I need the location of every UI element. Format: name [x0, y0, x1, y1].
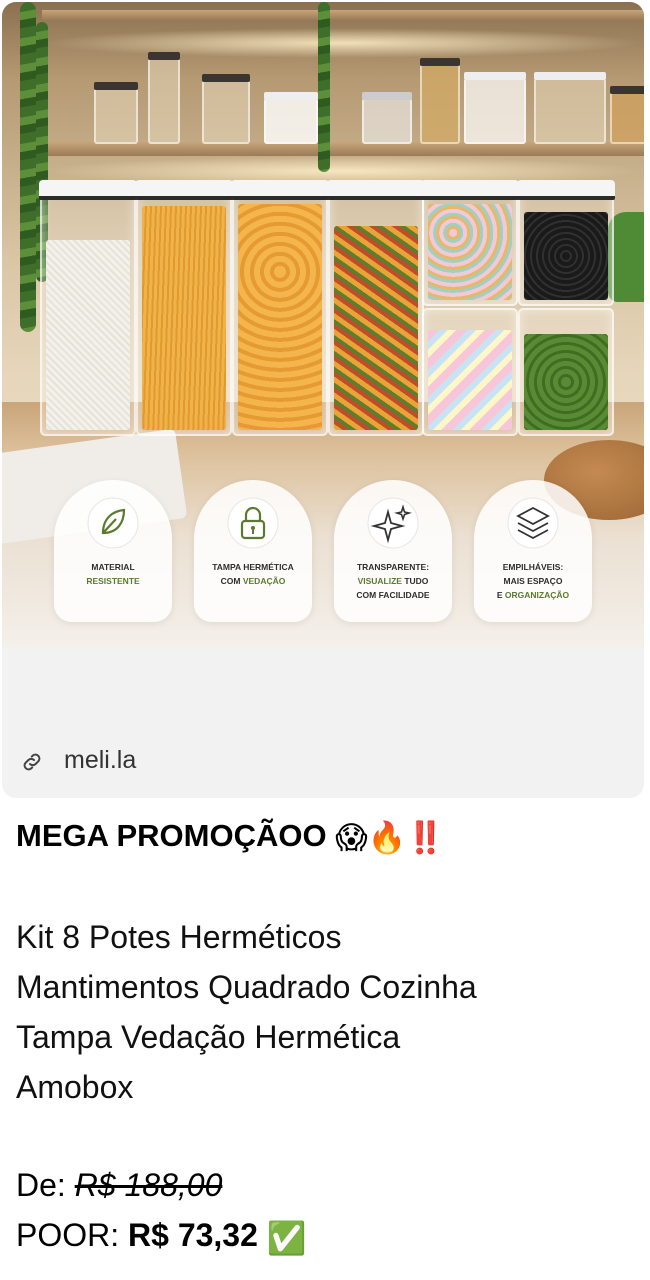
- feature-badge-stackable: EMPILHÁVEIS: MAIS ESPAÇO E ORGANIZAÇÃO: [474, 480, 592, 622]
- description-line: Mantimentos Quadrado Cozinha: [16, 969, 477, 1005]
- product-description: Kit 8 Potes Herméticos Mantimentos Quadr…: [16, 912, 636, 1112]
- sparkle-icon: [367, 497, 419, 549]
- jar-rice: [39, 180, 137, 436]
- feature-label-transparent: TRANSPARENTE: VISUALIZE TUDO COM FACILID…: [356, 562, 430, 600]
- shelf-light: [42, 28, 642, 58]
- check-mark-emoji: ✅: [266, 1219, 307, 1256]
- feature-label-material: MATERIAL RESISTENTE: [86, 562, 140, 586]
- link-preview-card[interactable]: MATERIAL RESISTENTE TAMPA HERMÉTICA COM …: [2, 2, 644, 798]
- shocked-face-emoji: 😱: [335, 819, 368, 855]
- shelf-jar: [202, 74, 250, 144]
- shelf-jar: [534, 72, 606, 144]
- ivy-plant: [318, 2, 330, 172]
- shelf-jar: [148, 52, 180, 144]
- old-price-label: De:: [16, 1167, 66, 1203]
- feature-label-lid: TAMPA HERMÉTICA COM VEDAÇÃO: [212, 562, 294, 586]
- message-title: MEGA PROMOÇÃOO 😱🔥‼️: [16, 810, 636, 864]
- shelf-jar: [94, 82, 138, 144]
- feature-label-stackable: EMPILHÁVEIS: MAIS ESPAÇO E ORGANIZAÇÃO: [496, 562, 570, 600]
- shelf-jar: [362, 92, 412, 144]
- link-row[interactable]: meli.la: [2, 732, 644, 792]
- leaf-icon: [87, 497, 139, 549]
- jar-green-peas: [518, 308, 614, 436]
- jar-marshmallow: [422, 308, 518, 436]
- description-line: Amobox: [16, 1069, 134, 1105]
- link-icon: [23, 753, 41, 771]
- jar-fusilli: [327, 180, 425, 436]
- jar-tagliatelle: [231, 180, 329, 436]
- fire-emoji: 🔥: [367, 819, 407, 855]
- shelf-jar: [264, 92, 318, 144]
- padlock-icon: [227, 497, 279, 549]
- link-domain[interactable]: meli.la: [64, 746, 136, 775]
- description-line: Tampa Vedação Hermética: [16, 1019, 401, 1055]
- jar-spaghetti: [135, 180, 233, 436]
- feature-badge-material: MATERIAL RESISTENTE: [54, 480, 172, 622]
- shelf-jar: [420, 58, 460, 144]
- jar-black-beans: [517, 180, 615, 306]
- shelf: [42, 10, 644, 20]
- ivy-plant: [20, 2, 36, 332]
- double-exclamation-emoji: ‼️: [406, 819, 445, 855]
- description-line: Kit 8 Potes Herméticos: [16, 919, 342, 955]
- shelf: [42, 142, 644, 156]
- new-price: R$ 73,32: [128, 1217, 258, 1253]
- stack-layers-icon: [507, 497, 559, 549]
- feature-badge-lid: TAMPA HERMÉTICA COM VEDAÇÃO: [194, 480, 312, 622]
- product-image[interactable]: MATERIAL RESISTENTE TAMPA HERMÉTICA COM …: [2, 2, 644, 648]
- old-price: R$ 188,00: [74, 1167, 223, 1203]
- shelf-jar: [610, 86, 644, 144]
- old-price-row: De: R$ 188,00: [16, 1160, 636, 1210]
- new-price-label: POOR:: [16, 1217, 120, 1253]
- shelf-jar: [464, 72, 526, 144]
- new-price-row: POOR: R$ 73,32 ✅: [16, 1210, 636, 1263]
- jar-cereal: [421, 180, 519, 306]
- feature-badge-transparent: TRANSPARENTE: VISUALIZE TUDO COM FACILID…: [334, 480, 452, 622]
